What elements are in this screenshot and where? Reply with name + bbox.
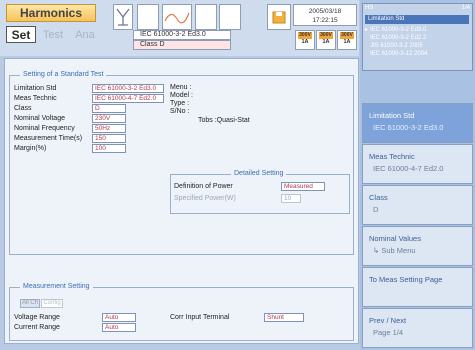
current-range-field[interactable]: Auto: [102, 323, 136, 332]
tab-config[interactable]: Config: [41, 299, 63, 308]
definition-power-field[interactable]: Measured: [281, 182, 325, 191]
storage-icon: [267, 4, 291, 30]
tab-set[interactable]: Set: [6, 26, 36, 43]
waveform-icon: [162, 4, 192, 30]
group-title: Measurement Setting: [20, 283, 93, 290]
measurement-time-label: Measurement Time(s): [14, 135, 83, 142]
group-title: Setting of a Standard Test: [20, 71, 107, 78]
nominal-voltage-field[interactable]: 230V: [92, 114, 126, 123]
class-field[interactable]: D: [92, 104, 126, 113]
range-indicator: 300V 1A: [295, 30, 315, 50]
softkey-nominal-values[interactable]: Nominal Values ↳ Sub Menu: [362, 226, 473, 266]
specified-power-label: Specified Power(W): [174, 195, 236, 202]
softkey-limitation-std[interactable]: Limitation Std IEC 61000-3-2 Ed3.0: [362, 103, 473, 143]
tab-ana[interactable]: Ana: [70, 26, 100, 43]
current-range: 1A: [343, 39, 351, 45]
softkey-value: D: [373, 205, 379, 214]
softkey-label: Prev / Next: [369, 316, 407, 325]
limitation-std-label: Limitation Std: [14, 85, 57, 92]
range-indicator: 300V 1A: [337, 30, 357, 50]
serial-info: S/No :: [170, 108, 190, 115]
softkey-value: IEC 61000-4-7 Ed2.0: [373, 164, 444, 173]
limitation-std-field[interactable]: IEC 61000-3-2 Ed3.0: [92, 84, 164, 93]
softkey-class[interactable]: Class D: [362, 185, 473, 225]
list-item[interactable]: ▸ IEC 61000-3-2 Ed3.0: [365, 26, 469, 34]
list-item-label: IEC 61000-3-2 Ed2.2: [370, 35, 427, 41]
softkey-meas-technic[interactable]: Meas Technic IEC 61000-4-7 Ed2.0: [362, 144, 473, 184]
list-item-label: JIS 61000-3-2 2005: [370, 43, 423, 49]
current-range-label: Current Range: [14, 324, 60, 331]
tab-test[interactable]: Test: [38, 26, 68, 43]
corr-input-label: Corr Input Terminal: [170, 314, 230, 321]
margin-label: Margin(%): [14, 145, 47, 152]
margin-field[interactable]: 100: [92, 144, 126, 153]
softkey-label: Meas Technic: [369, 152, 415, 161]
wiring-icon: [113, 4, 133, 30]
softkey-value: IEC 61000-3-2 Ed3.0: [373, 123, 444, 132]
class-indicator: Class D: [133, 40, 231, 50]
nominal-frequency-label: Nominal Frequency: [14, 125, 75, 132]
softkey-to-meas-setting[interactable]: To Meas Setting Page: [362, 267, 473, 307]
softkey-value: Page 1/4: [373, 328, 404, 337]
current-range: 1A: [301, 39, 309, 45]
model-info: Model :: [170, 92, 193, 99]
app-title: Harmonics: [6, 4, 96, 22]
voltage-range-field[interactable]: Auto: [102, 313, 136, 322]
menu-info: Menu :: [170, 84, 192, 91]
specified-power-field[interactable]: 10: [281, 194, 301, 203]
device-info: Menu : Model : Type : S/No :: [170, 84, 193, 116]
type-info: Type :: [170, 100, 190, 107]
tab-all-ch[interactable]: All Ch: [20, 299, 40, 308]
standard-test-group: Setting of a Standard Test Limitation St…: [9, 71, 354, 255]
voltage-range: 300V: [298, 32, 312, 39]
list-item-label: IEC 61000-3-12 2004: [370, 51, 428, 57]
standard-list: HS 1/4 Limitation Std ▸ IEC 61000-3-2 Ed3…: [362, 3, 473, 71]
corr-input-field[interactable]: Shunt: [264, 313, 304, 322]
meas-technic-field[interactable]: IEC 61000-4-7 Ed2.0: [92, 94, 164, 103]
softkey-label: To Meas Setting Page: [369, 275, 443, 284]
date-text: 2005/03/18: [308, 8, 342, 15]
class-label: Class: [14, 105, 32, 112]
status-icon: [137, 4, 159, 30]
nominal-frequency-field[interactable]: 50Hz: [92, 124, 126, 133]
definition-power-label: Definition of Power: [174, 183, 233, 190]
softkey-label: Limitation Std: [369, 111, 415, 120]
range-indicator: 300V 1A: [316, 30, 336, 50]
list-item[interactable]: IEC 61000-3-12 2004: [365, 50, 469, 58]
list-header: HS 1/4: [365, 5, 470, 11]
nominal-voltage-label: Nominal Voltage: [14, 115, 65, 122]
voltage-range: 300V: [340, 32, 354, 39]
list-item-label: IEC 61000-3-2 Ed3.0: [370, 27, 427, 33]
list-page: 1/4: [461, 5, 470, 11]
group-title: Detailed Setting: [231, 170, 287, 177]
meas-technic-label: Meas Technic: [14, 95, 57, 102]
current-range: 1A: [322, 39, 330, 45]
time-text: 17:22:15: [312, 17, 338, 24]
tobs-info: Tobs :Quasi-Stat: [198, 117, 250, 124]
measurement-setting-group: Measurement Setting All Ch Config Voltag…: [9, 283, 354, 341]
standard-indicator: IEC 61000-3-2 Ed3.0: [133, 30, 231, 40]
softkey-value: ↳ Sub Menu: [373, 246, 416, 255]
datetime-display: 2005/03/18 17:22:15: [293, 4, 357, 26]
list-label: HS: [365, 5, 374, 11]
measurement-time-field[interactable]: 150: [92, 134, 126, 143]
softkey-label: Class: [369, 193, 388, 202]
voltage-range: 300V: [319, 32, 333, 39]
status-icon: [195, 4, 217, 30]
list-item[interactable]: JIS 61000-3-2 2005: [365, 42, 469, 50]
status-icon: [219, 4, 241, 30]
list-item[interactable]: IEC 61000-3-2 Ed2.2: [365, 34, 469, 42]
list-selected-item[interactable]: Limitation Std: [365, 15, 469, 24]
selected-marker-icon: ▸: [365, 27, 369, 33]
settings-panel: Setting of a Standard Test Limitation St…: [4, 58, 359, 344]
softkey-label: Nominal Values: [369, 234, 421, 243]
voltage-range-label: Voltage Range: [14, 314, 60, 321]
detailed-setting-group: Detailed Setting Definition of Power Mea…: [170, 170, 350, 214]
softkey-prev-next[interactable]: Prev / Next Page 1/4: [362, 308, 473, 348]
